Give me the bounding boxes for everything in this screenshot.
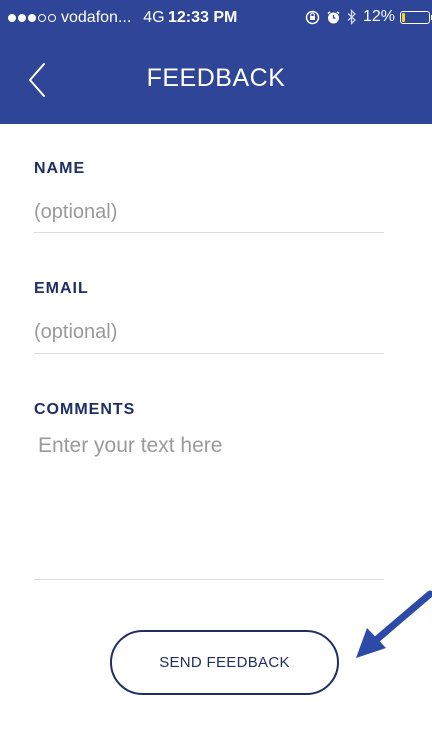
alarm-icon <box>326 10 341 25</box>
status-right: 12% <box>305 8 432 26</box>
comments-label: COMMENTS <box>34 401 136 418</box>
name-field[interactable] <box>34 193 384 233</box>
status-time: 12:33 PM <box>168 9 238 26</box>
battery-level <box>402 12 405 22</box>
orientation-lock-icon <box>305 10 320 25</box>
send-feedback-button[interactable]: SEND FEEDBACK <box>110 630 339 695</box>
nav-header: FEEDBACK <box>0 36 432 124</box>
email-field[interactable] <box>34 312 384 354</box>
feedback-screen: vodafon... 4G 12:33 PM 12% FEEDBACK NAME… <box>0 0 432 742</box>
network-type: 4G <box>143 9 165 26</box>
status-bar: vodafon... 4G 12:33 PM 12% <box>0 0 432 36</box>
carrier-name: vodafon... <box>61 9 132 26</box>
status-left: vodafon... 4G <box>8 9 165 27</box>
bluetooth-icon <box>347 9 357 25</box>
annotation-arrow-icon <box>356 590 432 658</box>
name-label: NAME <box>34 160 86 177</box>
battery-percentage: 12% <box>362 8 395 25</box>
email-label: EMAIL <box>34 280 89 297</box>
page-title: FEEDBACK <box>146 64 286 92</box>
comments-field[interactable] <box>34 432 384 580</box>
battery-icon <box>400 10 432 24</box>
signal-strength-icon <box>8 14 56 22</box>
